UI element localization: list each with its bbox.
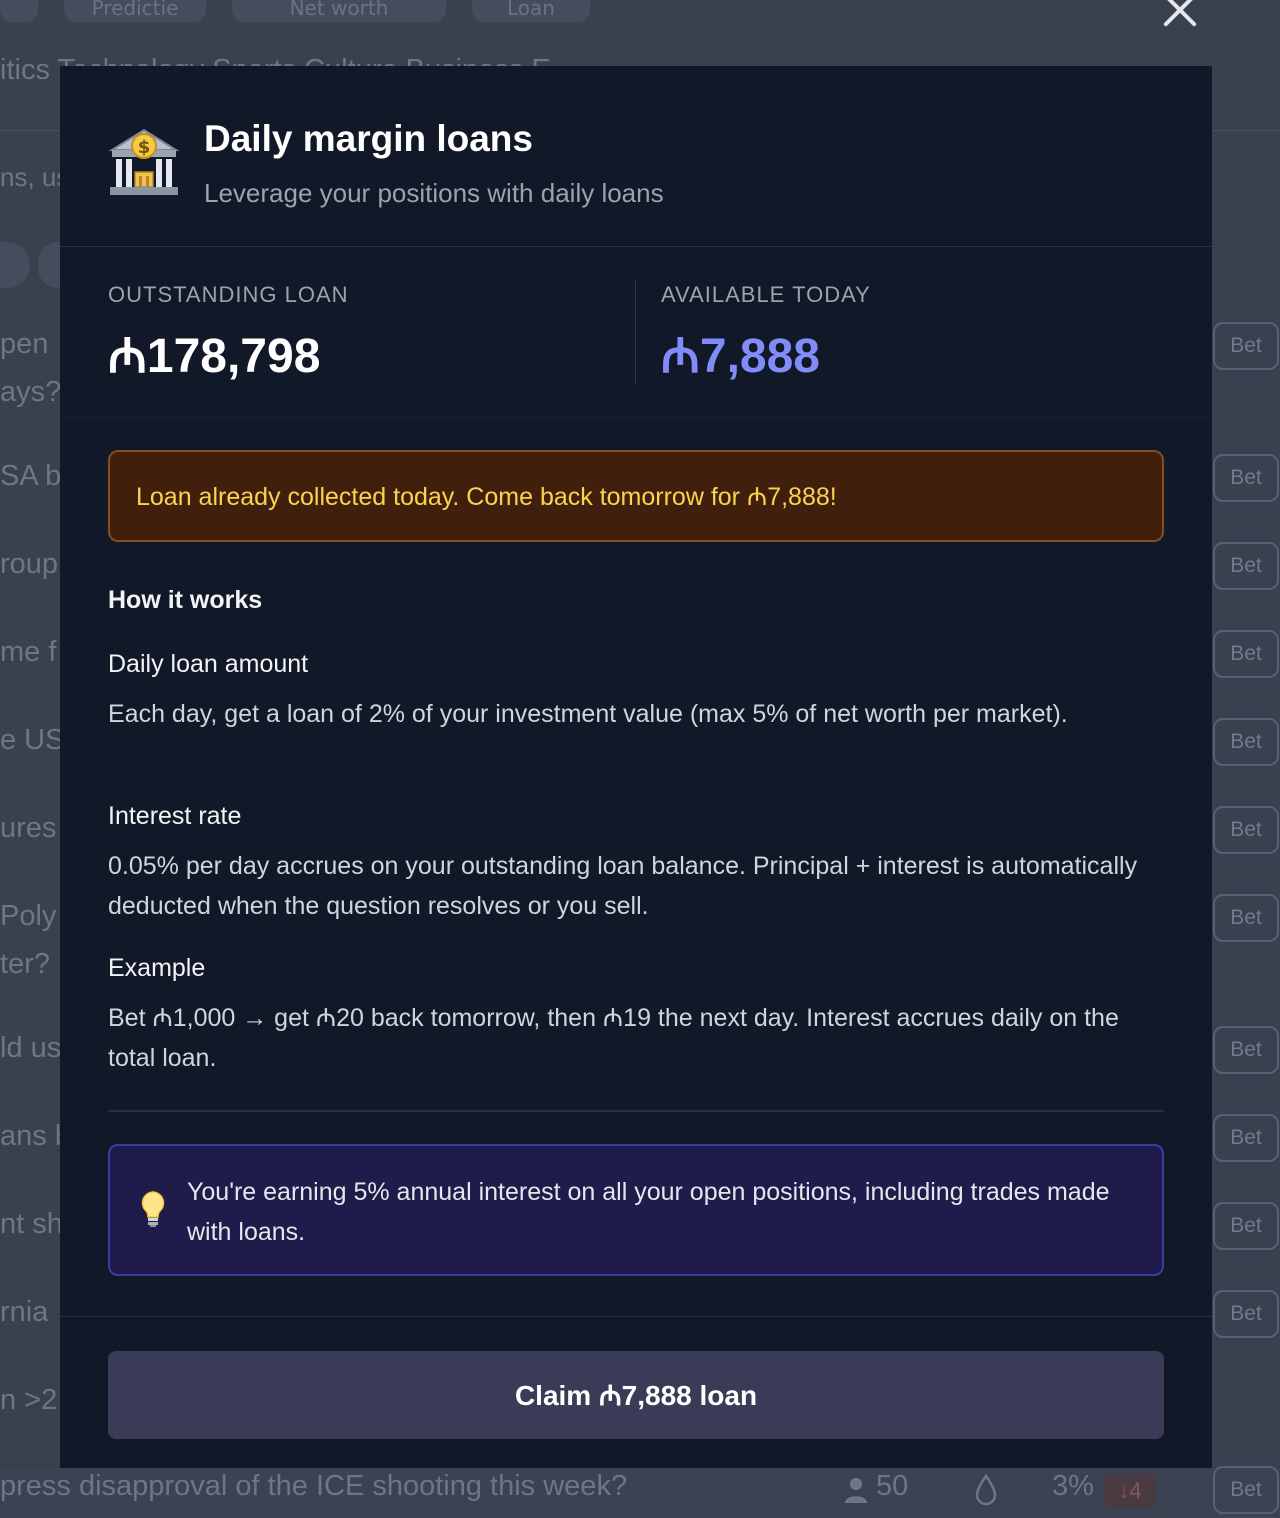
close-icon[interactable] [1158, 0, 1202, 32]
bg-row-fragment: SA b [0, 460, 62, 492]
bg-pill-loan: Loan [472, 0, 590, 22]
bg-row-fragment: ures [0, 812, 57, 844]
bg-chip [0, 242, 30, 288]
bg-row-fragment: ays? [0, 376, 62, 408]
interest-info-text: You're earning 5% annual interest on all… [187, 1178, 1110, 1246]
stats-divider [635, 280, 636, 384]
svg-text:$: $ [138, 137, 151, 158]
bg-row-fragment: pen [0, 328, 49, 360]
available-today-label: AVAILABLE TODAY [661, 282, 871, 307]
bg-search-fragment: ns, us [0, 162, 70, 192]
modal-footer: Claim ₼7,888 loan [60, 1316, 1212, 1468]
loan-modal: $ Daily margin loans Leverage your posit… [60, 66, 1212, 1468]
outstanding-loan-label: OUTSTANDING LOAN [108, 282, 349, 307]
arrow-down-icon: ↓ [1118, 1478, 1130, 1503]
bet-button[interactable]: Bet [1213, 542, 1279, 590]
modal-subtitle: Leverage your positions with daily loans [204, 178, 664, 208]
example-heading: Example [108, 954, 206, 982]
loan-stats: OUTSTANDING LOAN ₼178,798 AVAILABLE TODA… [60, 248, 1212, 418]
droplet-icon [975, 1474, 997, 1506]
bg-bottom-change-badge: ↓ 4 [1104, 1474, 1156, 1508]
bet-button[interactable]: Bet [1213, 718, 1279, 766]
bet-button[interactable]: Bet [1213, 1114, 1279, 1162]
available-today-value: ₼7,888 [661, 330, 820, 383]
bank-icon: $ [108, 128, 180, 195]
bet-button[interactable]: Bet [1213, 1290, 1279, 1338]
loan-collected-warning: Loan already collected today. Come back … [108, 450, 1164, 542]
interest-rate-text: 0.05% per day accrues on your outstandin… [108, 852, 1138, 920]
bg-pill [0, 0, 38, 22]
warning-text: Loan already collected today. Come back … [136, 483, 837, 511]
lightbulb-icon [141, 1191, 165, 1227]
interest-rate-heading: Interest rate [108, 802, 242, 830]
modal-title: Daily margin loans [204, 118, 533, 159]
content-divider [108, 1110, 1164, 1112]
bet-button[interactable]: Bet [1213, 806, 1279, 854]
user-icon [845, 1478, 867, 1503]
bet-button[interactable]: Bet [1213, 894, 1279, 942]
bg-bottom-change: 4 [1129, 1478, 1142, 1503]
example-text: Bet ₼1,000 → get ₼20 back tomorrow, then… [108, 1004, 1119, 1072]
bg-bottom-question: press disapproval of the ICE shooting th… [0, 1470, 628, 1502]
bg-row-fragment: rnia [0, 1296, 49, 1328]
bet-button[interactable]: Bet [1213, 454, 1279, 502]
bg-pill-predictie: Predictie [64, 0, 206, 22]
bet-button[interactable]: Bet [1213, 630, 1279, 678]
modal-header: $ Daily margin loans Leverage your posit… [60, 66, 1212, 247]
outstanding-loan-value: ₼178,798 [108, 330, 321, 383]
bet-button[interactable]: Bet [1213, 1466, 1279, 1514]
bg-bottom-probability: 3% [1052, 1470, 1094, 1502]
how-it-works-heading: How it works [108, 586, 263, 614]
interest-info-box: You're earning 5% annual interest on all… [108, 1144, 1164, 1276]
daily-loan-text: Each day, get a loan of 2% of your inves… [108, 700, 1068, 728]
bet-button[interactable]: Bet [1213, 322, 1279, 370]
bg-row-fragment: e US [0, 724, 65, 756]
bg-row-fragment: roup [0, 548, 59, 580]
bg-row-fragment: Poly [0, 900, 57, 932]
bet-button[interactable]: Bet [1213, 1202, 1279, 1250]
daily-loan-heading: Daily loan amount [108, 650, 309, 678]
bg-row-fragment: n >2 [0, 1384, 58, 1416]
bg-pill-net-worth: Net worth [232, 0, 446, 22]
bg-row-fragment: nt sh [0, 1208, 63, 1240]
bet-button[interactable]: Bet [1213, 1026, 1279, 1074]
bg-row-fragment: ter? [0, 948, 50, 980]
bg-row-fragment: me f [0, 636, 57, 668]
bg-bottom-traders: 50 [876, 1470, 909, 1502]
claim-loan-button[interactable]: Claim ₼7,888 loan [108, 1351, 1164, 1439]
bg-row-fragment: ld us [0, 1032, 62, 1064]
